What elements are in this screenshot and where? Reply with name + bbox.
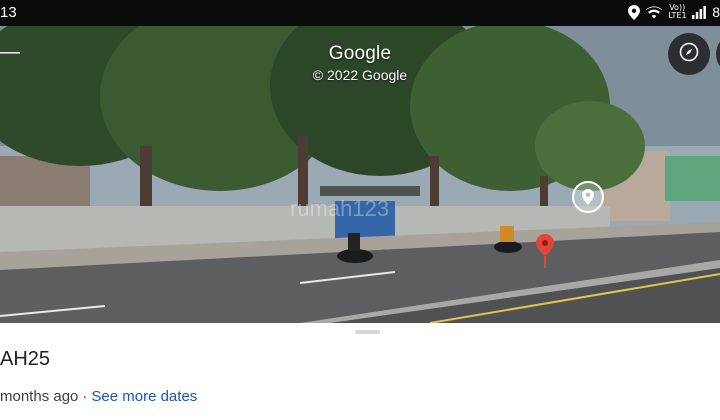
battery-level: 8 [712, 4, 720, 20]
location-marker-icon[interactable] [572, 181, 604, 213]
watermark: rumah123 [290, 196, 390, 221]
attribution-brand: Google [328, 43, 392, 64]
network-label: Vo)) LTE1 [668, 3, 687, 20]
red-pin-icon[interactable] [536, 234, 554, 273]
location-icon [628, 4, 641, 20]
attribution: Google © 2022 Google [0, 43, 720, 83]
signal-icon [692, 5, 707, 19]
date-separator: · [82, 388, 88, 405]
status-bar: 13 Vo)) LTE1 8 [0, 0, 720, 26]
capture-date-line: months ago · See more dates [0, 388, 197, 405]
street-view-panorama[interactable]: — Google © 2022 Google rumah123 [0, 26, 720, 323]
status-time: 13 [0, 4, 17, 21]
see-more-dates-link[interactable]: See more dates [91, 388, 197, 405]
status-icons: Vo)) LTE1 8 [628, 4, 720, 20]
bottom-sheet: AH25 months ago · See more dates [0, 323, 720, 420]
place-title: AH25 [0, 348, 51, 370]
compass-button[interactable] [668, 33, 710, 75]
compass-icon [679, 42, 699, 67]
wifi-icon [646, 5, 663, 19]
drag-handle[interactable] [355, 330, 380, 334]
capture-date: months ago [0, 388, 79, 405]
attribution-copyright: © 2022 Google [312, 67, 408, 83]
